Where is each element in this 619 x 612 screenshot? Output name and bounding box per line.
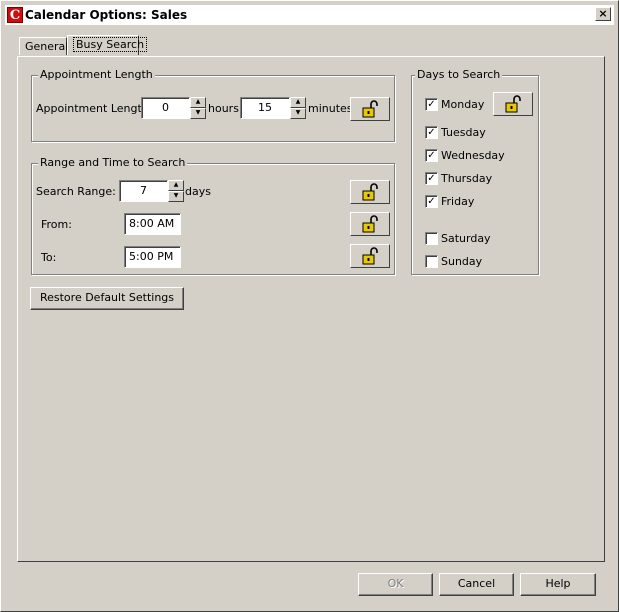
unlocked-padlock-icon <box>361 215 379 233</box>
appointment-length-lock-button[interactable] <box>350 97 390 121</box>
restore-defaults-button[interactable]: Restore Default Settings <box>30 287 184 310</box>
search-range-up-arrow-icon[interactable]: ▲ <box>168 180 184 191</box>
cancel-button[interactable]: Cancel <box>439 573 514 596</box>
appointment-length-group: Appointment Length Appointment Length 0 … <box>31 68 395 142</box>
sunday-label: Sunday <box>441 255 483 268</box>
friday-checkbox[interactable]: ✓ <box>425 195 438 208</box>
hours-up-arrow-icon[interactable]: ▲ <box>190 97 206 108</box>
tab-busy-search[interactable]: Busy Search <box>67 35 148 55</box>
search-range-lock-button[interactable] <box>350 180 390 204</box>
days-to-search-group-title: Days to Search <box>415 68 503 81</box>
minutes-input[interactable]: 15 <box>240 97 290 119</box>
calendar-options-dialog: C Calendar Options: Sales × General Busy… <box>0 0 619 612</box>
help-button[interactable]: Help <box>520 573 596 596</box>
app-icon: C <box>7 7 23 23</box>
title-bar: C Calendar Options: Sales × <box>5 5 614 25</box>
window-title: Calendar Options: Sales <box>25 8 188 22</box>
hours-spinner[interactable]: ▲ ▼ <box>190 97 206 119</box>
search-range-input[interactable]: 7 <box>119 180 168 202</box>
days-lock-button[interactable] <box>493 92 533 116</box>
search-range-label: Search Range: <box>36 185 116 198</box>
thursday-checkbox[interactable]: ✓ <box>425 172 438 185</box>
unlocked-padlock-icon <box>361 183 379 201</box>
busy-search-panel: Appointment Length Appointment Length 0 … <box>17 56 605 562</box>
saturday-label: Saturday <box>441 232 491 245</box>
monday-checkbox[interactable]: ✓ <box>425 98 438 111</box>
ok-button[interactable]: OK <box>358 573 433 596</box>
minutes-up-arrow-icon[interactable]: ▲ <box>290 97 306 108</box>
range-time-group-title: Range and Time to Search <box>38 156 188 169</box>
to-time-input[interactable]: 5:00 PM <box>124 246 181 268</box>
unlocked-padlock-icon <box>361 100 379 118</box>
appointment-length-label: Appointment Length <box>36 102 149 115</box>
tab-general[interactable]: General <box>19 37 69 55</box>
to-lock-button[interactable] <box>350 244 390 268</box>
thursday-label: Thursday <box>441 172 493 185</box>
from-lock-button[interactable] <box>350 212 390 236</box>
minutes-spinner[interactable]: ▲ ▼ <box>290 97 306 119</box>
hours-input[interactable]: 0 <box>141 97 190 119</box>
minutes-down-arrow-icon[interactable]: ▼ <box>290 108 306 119</box>
range-time-group: Range and Time to Search Search Range: 7… <box>31 156 395 275</box>
from-time-input[interactable]: 8:00 AM <box>124 213 181 235</box>
wednesday-checkbox[interactable]: ✓ <box>425 149 438 162</box>
hours-down-arrow-icon[interactable]: ▼ <box>190 108 206 119</box>
tuesday-label: Tuesday <box>441 126 486 139</box>
hours-label: hours <box>208 102 239 115</box>
days-unit-label: days <box>185 185 211 198</box>
unlocked-padlock-icon <box>361 247 379 265</box>
saturday-checkbox[interactable] <box>425 232 438 245</box>
search-range-down-arrow-icon[interactable]: ▼ <box>168 191 184 202</box>
sunday-checkbox[interactable] <box>425 255 438 268</box>
tab-general-label: General <box>25 40 69 53</box>
close-button[interactable]: × <box>595 7 611 21</box>
minutes-label: minutes <box>308 102 353 115</box>
days-to-search-group: Days to Search ✓ Monday ✓ Tuesday ✓ Wedn… <box>411 68 539 275</box>
tab-busy-search-label: Busy Search <box>73 37 148 52</box>
search-range-spinner[interactable]: ▲ ▼ <box>168 180 184 202</box>
monday-label: Monday <box>441 98 485 111</box>
tuesday-checkbox[interactable]: ✓ <box>425 126 438 139</box>
to-label: To: <box>41 251 57 264</box>
unlocked-padlock-icon <box>504 95 522 113</box>
appointment-length-group-title: Appointment Length <box>38 68 155 81</box>
wednesday-label: Wednesday <box>441 149 505 162</box>
from-label: From: <box>41 218 72 231</box>
friday-label: Friday <box>441 195 475 208</box>
